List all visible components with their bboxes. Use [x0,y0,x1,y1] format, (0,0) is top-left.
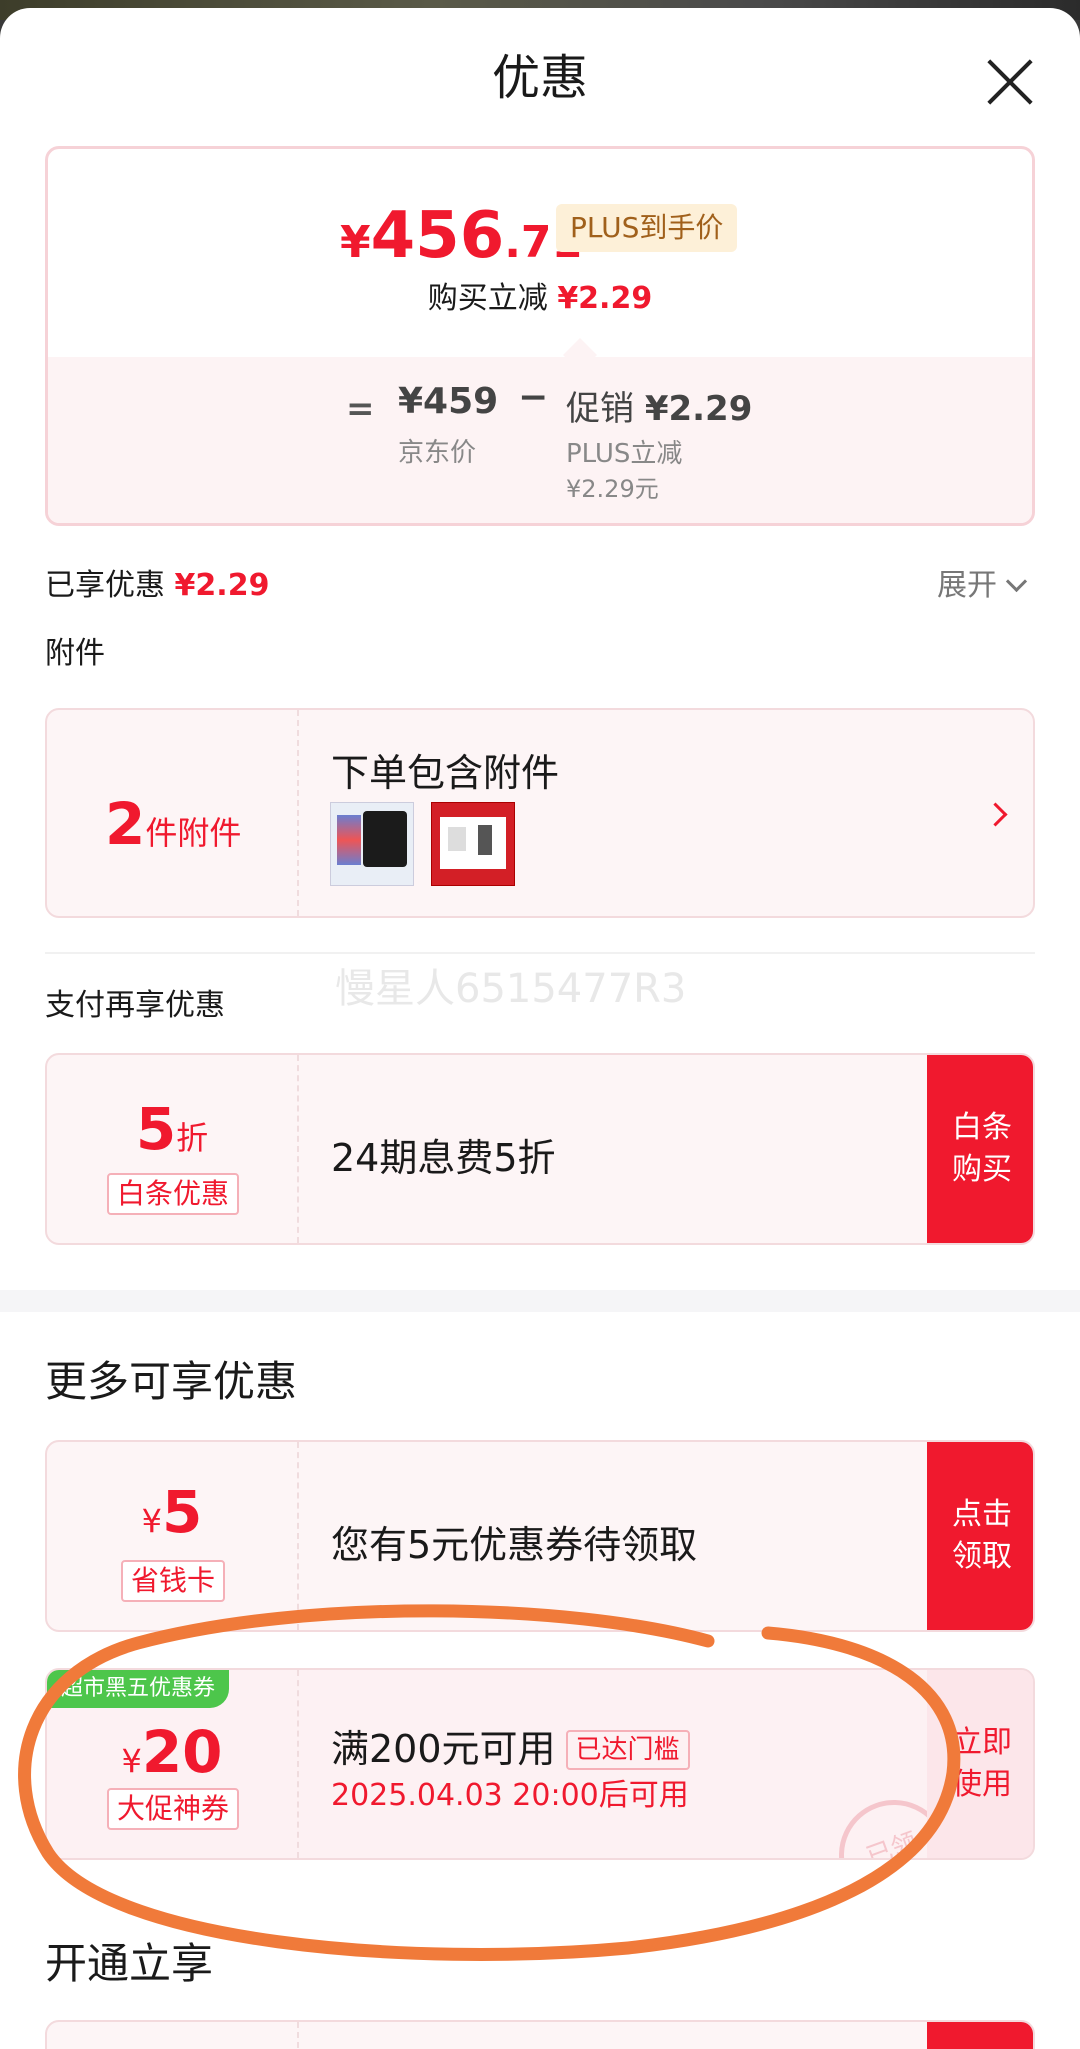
plus-price-badge: PLUS到手价 [556,204,738,252]
attachment-count-unit: 件附件 [145,814,242,852]
price-integer: 456 [370,199,505,273]
price-summary-card: ¥456.71 PLUS到手价 购买立减 ¥2.29 = ¥459 京东价 − … [45,146,1035,526]
baitiao-discount-value: 5折 [47,1095,297,1163]
enjoyed-label: 已享优惠 [45,568,165,603]
card-divider [297,1055,299,1243]
jd-price: ¥459 [398,381,499,422]
chevron-right-icon [983,802,1008,827]
baitiao-value-number: 5 [135,1095,177,1163]
close-icon[interactable] [986,58,1034,106]
jd-price-label: 京东价 [398,438,477,468]
enjoyed-amount: ¥2.29 [174,568,270,603]
equals-sign: = [346,389,375,429]
reduce-amount: ¥2.29 [557,281,653,316]
watermark-text: 慢星人6515477R3 [335,966,687,1012]
promo-amount: ¥2.29 [644,389,753,429]
card-divider [297,2022,299,2049]
baitiao-tag: 白条优惠 [107,1173,240,1215]
gray-section-gap [0,1290,1080,1312]
promo-label: 促销 [566,389,634,429]
baitiao-buy-button[interactable]: 白条 购买 [927,1055,1033,1243]
expand-label: 展开 [937,568,997,603]
instant-reduce-line: 购买立减 ¥2.29 [48,273,1032,317]
claim-label: 点击 领取 [952,1497,1012,1574]
open-section-label: 开通立享 [45,1939,214,1988]
reduce-label: 购买立减 [427,281,548,316]
attachment-count: 2件附件 [105,790,241,858]
sheet-title: 优惠 [491,50,588,106]
hand-drawn-circle-annotation [18,1604,961,1961]
memory-card-thumbnail [330,802,414,886]
baitiao-desc: 24期息费5折 [331,1136,556,1180]
expand-toggle[interactable]: 展开 [937,560,1028,604]
attachment-count-number: 2 [105,790,146,858]
section-divider [45,952,1035,954]
final-price: ¥456.71 [340,199,582,273]
savings-desc: 您有5元优惠券待领取 [331,1523,698,1567]
plus-reduce-label: PLUS立减 [566,439,683,469]
more-offers-label: 更多可享优惠 [45,1357,298,1406]
price-yen: ¥ [340,217,371,268]
savings-yen: ¥ [141,1502,162,1540]
discount-sheet: 优惠 ¥456.71 PLUS到手价 购买立减 ¥2.29 = ¥459 京东价… [0,8,1080,2049]
chevron-down-icon [1005,570,1028,593]
attachments-section-label: 附件 [45,636,105,671]
open-offer-button[interactable] [927,2022,1033,2049]
baitiao-offer-card: 5折 白条优惠 24期息费5折 白条 购买 [45,1053,1035,1245]
pay-section-label: 支付再享优惠 [45,988,225,1023]
baitiao-buy-label: 白条 购买 [952,1110,1012,1187]
minus-sign: − [518,377,549,418]
plus-reduce-amount: ¥2.29元 [566,475,659,503]
enjoyed-discount: 已享优惠 ¥2.29 [45,560,269,604]
savings-value-number: 5 [162,1478,203,1546]
card-divider [297,710,299,916]
promo-line: 促销 ¥2.29 [566,381,752,430]
savings-value: ¥5 [47,1478,297,1546]
baitiao-value-suffix: 折 [176,1119,209,1157]
open-offer-card [45,2020,1035,2049]
attachments-heading: 下单包含附件 [331,751,560,795]
card-reader-thumbnail [431,802,515,886]
attachments-card[interactable]: 2件附件 下单包含附件 [45,708,1035,918]
